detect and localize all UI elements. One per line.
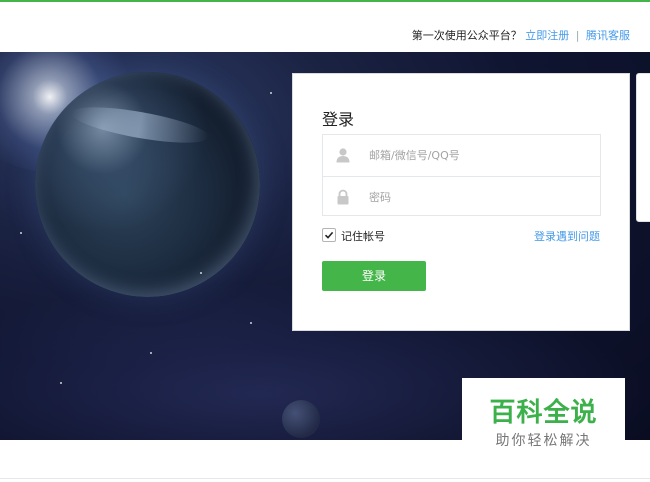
customer-service-link[interactable]: 腾讯客服: [586, 29, 630, 42]
remember-account[interactable]: 记住帐号: [322, 228, 385, 244]
account-input[interactable]: [369, 135, 589, 175]
first-time-prompt: 第一次使用公众平台？: [411, 29, 522, 42]
lock-icon: [335, 189, 351, 205]
checkmark-icon: [324, 231, 334, 239]
login-title: 登录: [322, 110, 355, 129]
login-help-link[interactable]: 登录遇到问题: [534, 228, 600, 244]
user-icon: [335, 147, 351, 163]
star: [270, 92, 272, 94]
planet-image: [35, 72, 260, 297]
password-row: [323, 176, 600, 217]
register-link[interactable]: 立即注册: [525, 29, 569, 42]
star: [150, 352, 152, 354]
star: [250, 322, 252, 324]
watermark-badge: 百科全说 助你轻松解决: [462, 378, 625, 458]
star: [200, 272, 202, 274]
star: [20, 232, 22, 234]
login-button[interactable]: 登录: [322, 261, 426, 291]
credentials-group: [322, 134, 601, 217]
side-panel-edge: [636, 73, 650, 222]
account-row: [323, 135, 600, 176]
star: [60, 382, 62, 384]
header: 第一次使用公众平台？ 立即注册 | 腾讯客服: [0, 2, 650, 50]
moon-image: [282, 400, 320, 438]
remember-label: 记住帐号: [341, 230, 385, 243]
link-separator: |: [575, 29, 580, 42]
watermark-subtitle: 助你轻松解决: [495, 433, 592, 449]
password-input[interactable]: [369, 177, 589, 217]
header-links: 第一次使用公众平台？ 立即注册 | 腾讯客服: [412, 27, 630, 43]
remember-checkbox[interactable]: [322, 228, 336, 242]
footer-divider: [0, 478, 650, 479]
login-form: 登录 记住帐号 登: [292, 73, 630, 331]
watermark-title: 百科全说: [489, 398, 598, 428]
